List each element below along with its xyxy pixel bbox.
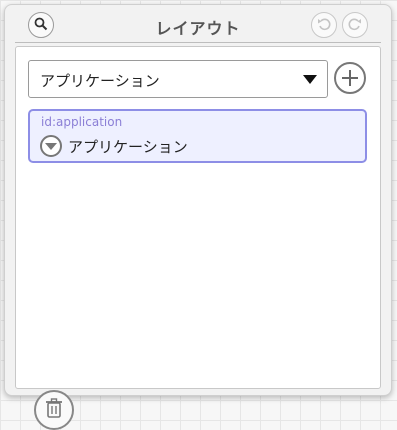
undo-icon xyxy=(317,16,331,35)
panel-titlebar: レイアウト xyxy=(5,5,391,45)
layout-select-value: アプリケーション xyxy=(40,72,160,90)
trash-icon xyxy=(45,398,63,422)
layout-panel: レイアウト アプリケーション id:application アプリケーション xyxy=(4,4,392,430)
node-id-label: id:application xyxy=(41,115,123,129)
delete-button[interactable] xyxy=(34,390,74,430)
tree-node-application[interactable]: id:application アプリケーション xyxy=(28,109,367,163)
layout-select[interactable]: アプリケーション xyxy=(28,60,328,98)
chevron-down-icon[interactable] xyxy=(40,135,62,157)
caret-down-icon xyxy=(303,75,317,84)
node-label: アプリケーション xyxy=(68,138,188,156)
undo-button[interactable] xyxy=(311,12,337,38)
title-divider xyxy=(15,42,381,43)
redo-icon xyxy=(348,16,362,35)
add-button[interactable] xyxy=(334,62,366,94)
redo-button[interactable] xyxy=(342,12,368,38)
layout-content: アプリケーション id:application アプリケーション xyxy=(15,46,381,430)
